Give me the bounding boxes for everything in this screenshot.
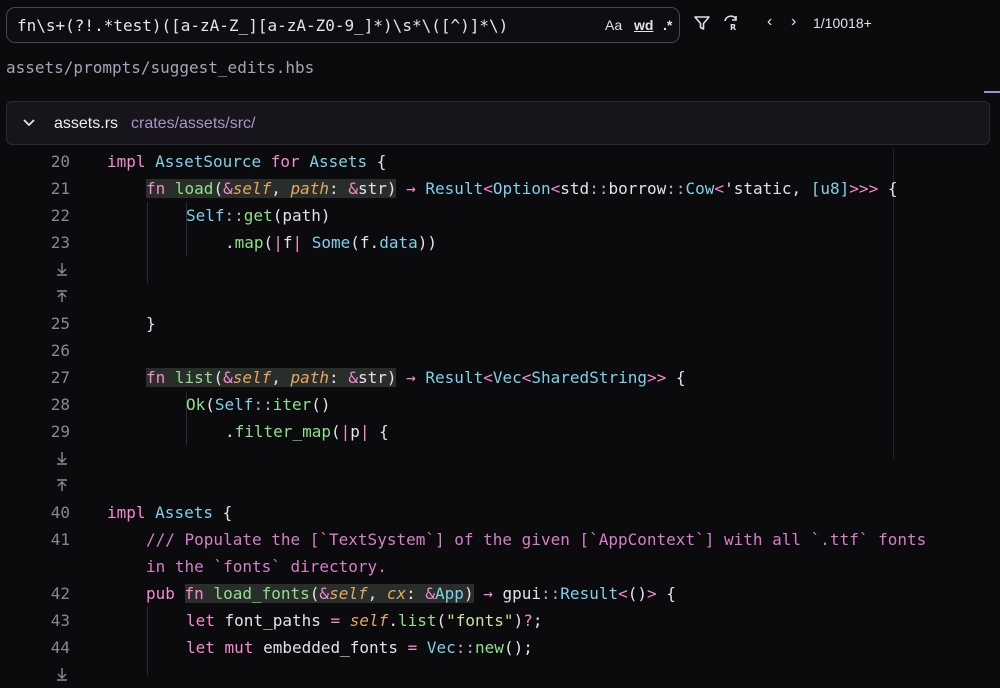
expand-row[interactable] xyxy=(0,256,1000,283)
line-number: 41 xyxy=(50,530,70,549)
doc-comment: in the `fonts` directory. xyxy=(146,557,387,576)
match-count: 1/10018+ xyxy=(813,15,872,31)
code-line: 20 impl AssetSource for Assets { xyxy=(0,148,1000,175)
line-number: 23 xyxy=(50,233,70,252)
replace-icon[interactable]: R xyxy=(722,14,740,32)
code-line: 25 } xyxy=(0,310,1000,337)
line-number: 43 xyxy=(50,611,70,630)
line-code: pub fn load_fonts(&self, cx: &App) → gpu… xyxy=(146,584,676,603)
line-code: .map(|f| Some(f.data)) xyxy=(225,233,437,252)
code-line: 42 pub fn load_fonts(&self, cx: &App) → … xyxy=(0,580,1000,607)
file-header[interactable]: assets.rs crates/assets/src/ xyxy=(6,101,990,145)
expand-up-icon[interactable] xyxy=(55,477,69,493)
search-input[interactable]: fn\s+(?!.*test)([a-zA-Z_][a-zA-Z0-9_]*)\… xyxy=(6,7,680,43)
prev-match-icon[interactable]: ‹ xyxy=(767,13,772,31)
code-line: 43 let font_paths = self.list("fonts")?; xyxy=(0,607,1000,634)
line-number: 21 xyxy=(50,179,70,198)
line-number: 40 xyxy=(50,503,70,522)
expand-row[interactable] xyxy=(0,283,1000,310)
line-code: Self::get(path) xyxy=(186,206,331,225)
line-code: fn load(&self, path: &str) → Result<Opti… xyxy=(146,179,898,198)
code-line: 29 .filter_map(|p| { xyxy=(0,418,1000,445)
expand-up-icon[interactable] xyxy=(55,288,69,304)
code-excerpt[interactable]: 20 impl AssetSource for Assets { 21 fn l… xyxy=(0,148,1000,681)
line-code: let font_paths = self.list("fonts")?; xyxy=(186,611,543,630)
line-number: 44 xyxy=(50,638,70,657)
line-code: } xyxy=(146,314,156,333)
line-number: 42 xyxy=(50,584,70,603)
chevron-down-icon[interactable] xyxy=(21,114,37,130)
whole-word-toggle[interactable]: wd xyxy=(634,17,653,33)
line-code: fn list(&self, path: &str) → Result<Vec<… xyxy=(146,368,686,387)
expand-down-icon[interactable] xyxy=(55,261,69,277)
line-number: 25 xyxy=(50,314,70,333)
line-code: Ok(Self::iter() xyxy=(186,395,331,414)
code-line: 40 impl Assets { xyxy=(0,499,1000,526)
line-code: impl Assets { xyxy=(107,503,233,522)
match-case-toggle[interactable]: Aa xyxy=(605,17,622,33)
file-dir: crates/assets/src/ xyxy=(131,115,256,132)
line-number: 29 xyxy=(50,422,70,441)
svg-text:R: R xyxy=(730,23,736,32)
code-line: 28 Ok(Self::iter() xyxy=(0,391,1000,418)
code-line: 23 .map(|f| Some(f.data)) xyxy=(0,229,1000,256)
line-code: .filter_map(|p| { xyxy=(225,422,389,441)
line-code: impl AssetSource for Assets { xyxy=(107,152,387,171)
expand-row[interactable] xyxy=(0,445,1000,472)
scroll-indicator xyxy=(984,91,1000,93)
expand-down-icon[interactable] xyxy=(55,450,69,466)
code-line: 21 fn load(&self, path: &str) → Result<O… xyxy=(0,175,1000,202)
expand-down-icon[interactable] xyxy=(55,666,69,682)
line-number: 20 xyxy=(50,152,70,171)
code-line: 44 let mut embedded_fonts = Vec::new(); xyxy=(0,634,1000,661)
expand-row[interactable] xyxy=(0,472,1000,499)
line-number: 26 xyxy=(50,341,70,360)
file-name[interactable]: assets.rs xyxy=(54,115,118,133)
code-line: in the `fonts` directory. xyxy=(0,553,1000,580)
doc-comment: /// Populate the [`TextSystem`] of the g… xyxy=(146,530,927,549)
search-query[interactable]: fn\s+(?!.*test)([a-zA-Z_][a-zA-Z0-9_]*)\… xyxy=(17,16,508,35)
line-number: 27 xyxy=(50,368,70,387)
filter-icon[interactable] xyxy=(693,14,711,32)
code-line: 26 xyxy=(0,337,1000,364)
line-code: let mut embedded_fonts = Vec::new(); xyxy=(186,638,533,657)
previous-file-path[interactable]: assets/prompts/suggest_edits.hbs xyxy=(6,58,314,77)
code-line: 27 fn list(&self, path: &str) → Result<V… xyxy=(0,364,1000,391)
line-number: 22 xyxy=(50,206,70,225)
line-number: 28 xyxy=(50,395,70,414)
code-line: 22 Self::get(path) xyxy=(0,202,1000,229)
regex-toggle[interactable]: .* xyxy=(663,17,672,33)
next-match-icon[interactable]: › xyxy=(791,13,796,31)
code-line: 41 /// Populate the [`TextSystem`] of th… xyxy=(0,526,1000,553)
